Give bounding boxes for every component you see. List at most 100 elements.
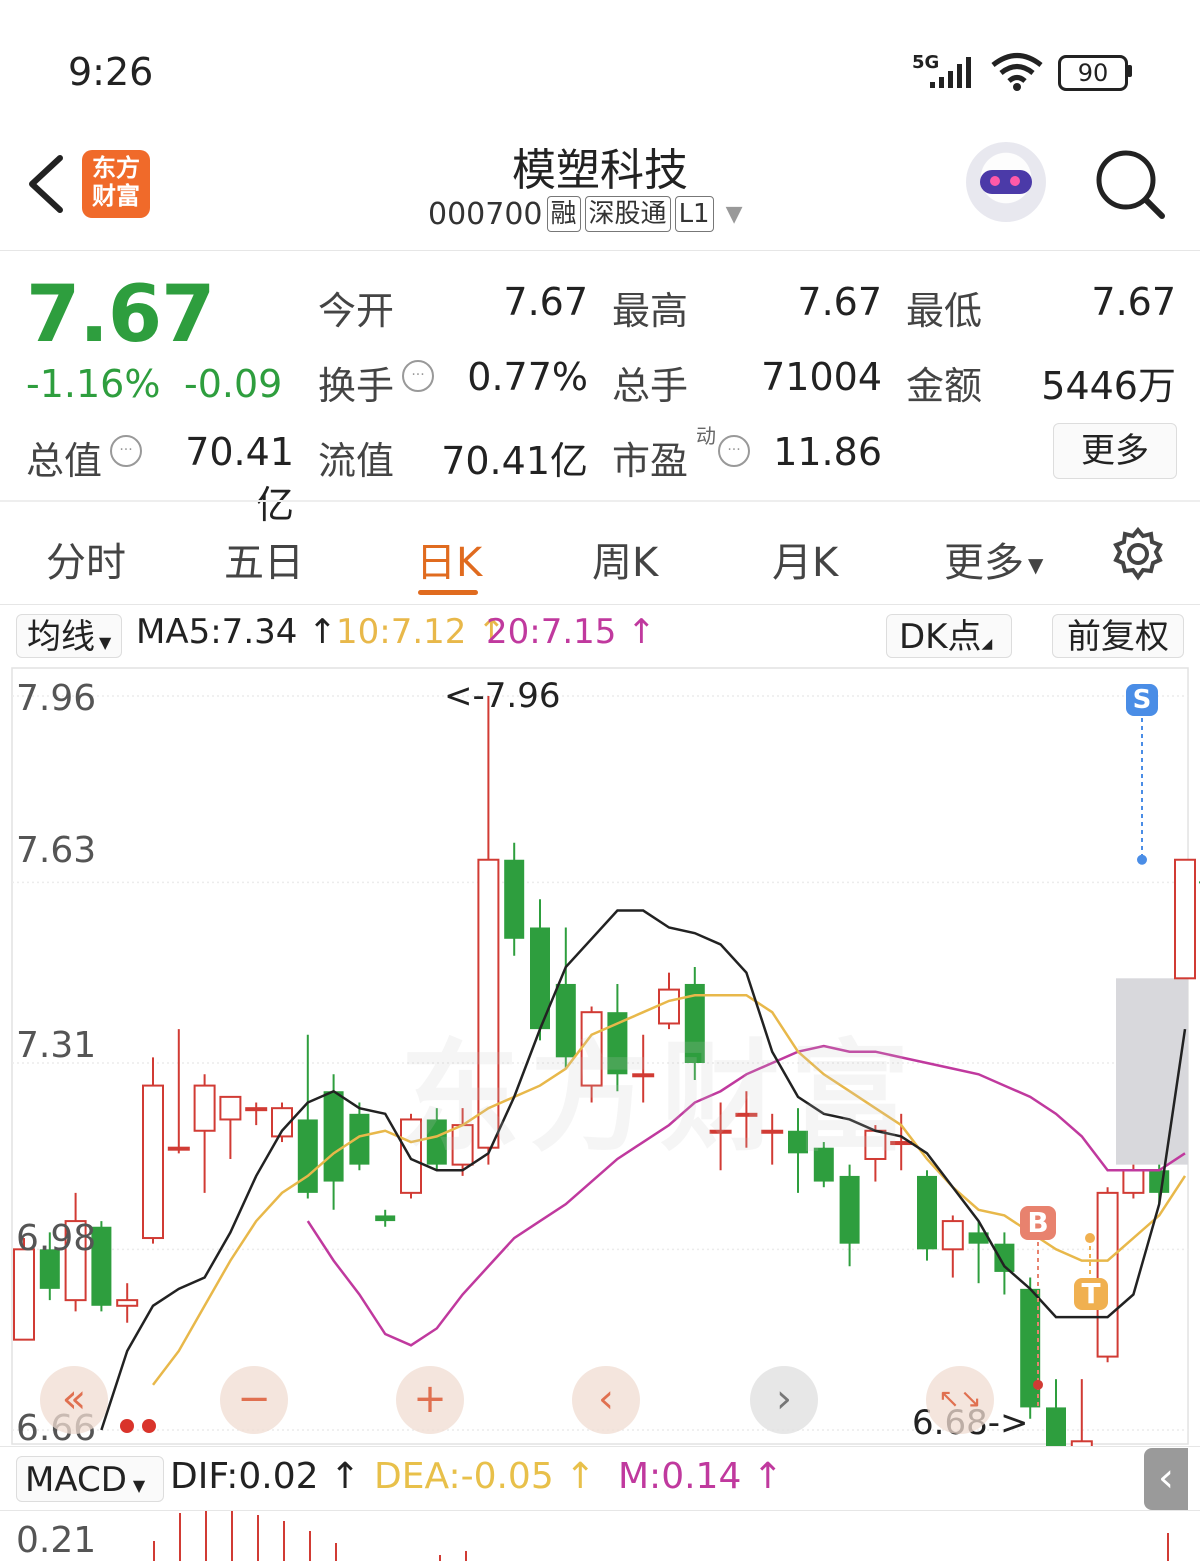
stat-label-open: 今开 (318, 289, 395, 333)
more-stats-button[interactable]: 更多 (1053, 423, 1177, 479)
caret-down-icon: ▼ (132, 1476, 146, 1495)
candle-body-up (116, 1299, 139, 1307)
candle-body-down (1046, 1407, 1066, 1446)
macd-dea: DEA:-0.05 ↑ (374, 1456, 596, 1497)
fullscreen-button[interactable]: ↖↘ (926, 1366, 994, 1434)
ma5-value: MA5:7.34 ↑ (136, 612, 337, 652)
tab-five-day[interactable]: 五日 (224, 530, 304, 588)
macd-histogram (153, 1511, 1169, 1561)
t-signal-badge[interactable]: T (1074, 1278, 1108, 1310)
stat-value-high: 7.67 (797, 280, 882, 324)
stat-value-total-value: 70.41亿 (185, 430, 294, 527)
tag-margin: 融 (546, 196, 581, 232)
stat-value-amount: 5446万 (1041, 364, 1176, 408)
divider (0, 500, 1200, 502)
divider (0, 1446, 1200, 1447)
y-axis-label: 6.98 (16, 1218, 97, 1259)
stat-label-float-value: 流值 (318, 439, 395, 483)
candle-body-up (1174, 858, 1196, 980)
stock-code: 000700 (428, 196, 543, 232)
candle-body-up (1122, 1169, 1145, 1194)
price-range-band (1116, 978, 1188, 1165)
stat-value-low: 7.67 (1091, 280, 1176, 324)
ma10-value: 10:7.12 ↑ (336, 612, 506, 652)
tab-more-label: 更多 (944, 540, 1024, 586)
candle-body-down (323, 1091, 344, 1182)
tab-more[interactable]: 更多 ▼ (944, 530, 1043, 588)
candle-body-up (219, 1095, 242, 1121)
buy-signal-badge[interactable]: B (1020, 1206, 1056, 1240)
buy-signal-dot (1033, 1379, 1043, 1390)
stat-value-volume: 71004 (761, 355, 882, 399)
candle-body-down (504, 859, 525, 939)
macd-m: M:0.14 ↑ (618, 1456, 783, 1497)
active-tab-indicator (418, 590, 478, 595)
candle-body-up (193, 1084, 216, 1132)
candle-body-down (839, 1175, 860, 1244)
info-dots-icon[interactable]: ··· (402, 360, 434, 392)
candle-body-up (1096, 1191, 1119, 1358)
stat-label-volume: 总手 (612, 364, 689, 408)
clock: 9:26 (68, 50, 154, 94)
collapse-panel-button[interactable]: ‹ (1144, 1448, 1188, 1510)
stat-value-float-value: 70.41亿 (441, 439, 588, 483)
macd-dif: DIF:0.02 ↑ (170, 1456, 361, 1497)
y-axis-label: 7.31 (16, 1025, 97, 1066)
tab-monthly-k[interactable]: 月K (772, 530, 838, 588)
candle-body-down (1149, 1170, 1170, 1193)
stat-value-open: 7.67 (503, 280, 588, 324)
stat-label-high: 最高 (612, 289, 689, 333)
sell-signal-dot (1137, 854, 1147, 865)
stat-label-amount: 金额 (906, 364, 983, 408)
battery-tip (1127, 65, 1132, 77)
tag-connect: 深股通 (584, 196, 671, 232)
scroll-right-button[interactable]: › (750, 1366, 818, 1434)
wifi-icon (991, 53, 1043, 91)
candle-body-up (941, 1220, 964, 1251)
current-price: 7.67 (26, 270, 215, 360)
price-adjust-button[interactable]: 前复权 (1052, 614, 1184, 658)
sell-signal-badge[interactable]: S (1126, 684, 1158, 716)
info-dots-icon[interactable]: ··· (110, 435, 142, 467)
change-amount: -0.09 (184, 362, 283, 406)
page-dots (120, 1418, 156, 1437)
candle-body-up (167, 1146, 190, 1151)
battery-icon: 90 (1058, 55, 1128, 91)
ma20-value: 20:7.15 ↑ (486, 612, 656, 652)
stat-label-total-value: 总值 (26, 439, 103, 483)
dropdown-triangle-icon: ▼ (725, 201, 743, 227)
robot-assistant-icon[interactable] (966, 142, 1046, 222)
battery-level: 90 (1077, 59, 1109, 87)
candle-body-down (375, 1215, 396, 1222)
dk-point-button[interactable]: DK点◢ (886, 614, 1012, 658)
scroll-left-fast-button[interactable]: « (40, 1366, 108, 1434)
settings-gear-icon[interactable] (1110, 526, 1166, 582)
corner-triangle-icon: ◢ (981, 636, 993, 652)
macd-select[interactable]: MACD ▼ (16, 1456, 164, 1502)
pe-dynamic-sup: 动 (696, 424, 716, 448)
indicator-select[interactable]: 均线 ▼ (16, 614, 122, 658)
zoom-out-button[interactable]: − (220, 1366, 288, 1434)
indicator-select-label: 均线 (27, 617, 95, 657)
tab-intraday[interactable]: 分时 (46, 530, 126, 588)
divider (0, 604, 1200, 605)
tab-daily-k[interactable]: 日K (416, 530, 482, 588)
status-bar: 9:26 5G 90 (0, 0, 1200, 130)
watermark: 东方财富 (400, 1029, 920, 1168)
caret-down-icon: ▼ (99, 633, 112, 652)
tag-level: L1 (674, 196, 714, 232)
candle-body-up (142, 1084, 164, 1240)
zoom-in-button[interactable]: + (396, 1366, 464, 1434)
search-icon[interactable] (1094, 148, 1168, 222)
stat-value-pe: 11.86 (773, 430, 882, 474)
y-axis-label: 7.63 (16, 830, 97, 871)
candle-body-down (349, 1113, 370, 1165)
stat-label-turnover: 换手 (318, 364, 395, 408)
stock-code-row[interactable]: 000700 融 深股通 L1 ▼ (428, 196, 743, 232)
scroll-left-button[interactable]: ‹ (572, 1366, 640, 1434)
stat-label-low: 最低 (906, 289, 983, 333)
y-axis-label: 7.96 (16, 678, 97, 719)
tab-weekly-k[interactable]: 周K (592, 530, 658, 588)
high-price-marker: <-7.96 (444, 676, 561, 716)
info-dots-icon[interactable]: ··· (718, 435, 750, 467)
